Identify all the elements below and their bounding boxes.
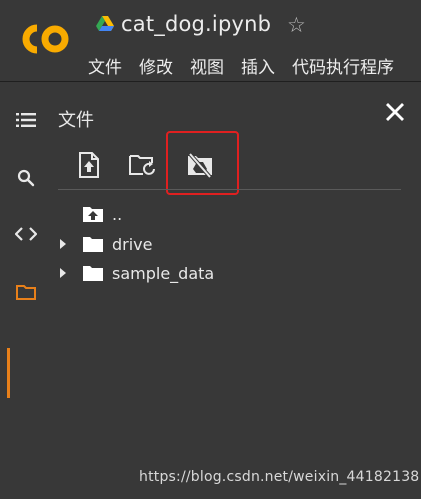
tree-item-label: sample_data [112, 263, 215, 283]
close-icon[interactable] [383, 100, 407, 124]
menu-edit[interactable]: 修改 [139, 53, 173, 78]
tree-item-sample-data[interactable]: sample_data [56, 260, 214, 286]
left-sidebar [0, 82, 48, 499]
search-icon[interactable] [14, 166, 38, 190]
colab-logo[interactable] [18, 22, 70, 56]
top-bar: cat_dog.ipynb ☆ 文件 修改 视图 插入 代码执行程序 [0, 0, 421, 82]
upload-button[interactable] [72, 148, 106, 182]
tree-item-drive[interactable]: drive [56, 231, 153, 257]
upload-icon [79, 152, 99, 178]
refresh-folder-icon [129, 155, 155, 175]
code-snippets-icon[interactable] [14, 222, 38, 246]
panel-title: 文件 [58, 110, 94, 131]
menu-view[interactable]: 视图 [190, 53, 224, 78]
watermark-text: https://blog.csdn.net/weixin_44182138 [139, 469, 420, 485]
tree-item-parent[interactable]: .. [56, 201, 122, 227]
expand-caret-icon[interactable] [56, 239, 70, 249]
refresh-button[interactable] [126, 148, 160, 182]
expand-caret-icon[interactable] [56, 268, 70, 278]
star-icon[interactable]: ☆ [287, 13, 306, 37]
folder-up-icon [82, 205, 104, 223]
tree-item-label: drive [112, 234, 153, 254]
active-tab-indicator [7, 348, 10, 398]
tree-item-label: .. [112, 204, 123, 224]
folder-icon [82, 264, 104, 282]
menu-runtime[interactable]: 代码执行程序 [292, 53, 394, 78]
table-of-contents-icon[interactable] [14, 108, 38, 132]
menu-file[interactable]: 文件 [88, 53, 122, 78]
menu-insert[interactable]: 插入 [241, 53, 275, 78]
highlight-box [166, 131, 239, 195]
notebook-title[interactable]: cat_dog.ipynb [121, 12, 271, 36]
files-icon[interactable] [14, 280, 38, 304]
folder-icon [82, 235, 104, 253]
menu-bar: 文件 修改 视图 插入 代码执行程序 [88, 53, 394, 78]
google-drive-icon [96, 16, 114, 31]
toolbar-divider [58, 189, 401, 190]
